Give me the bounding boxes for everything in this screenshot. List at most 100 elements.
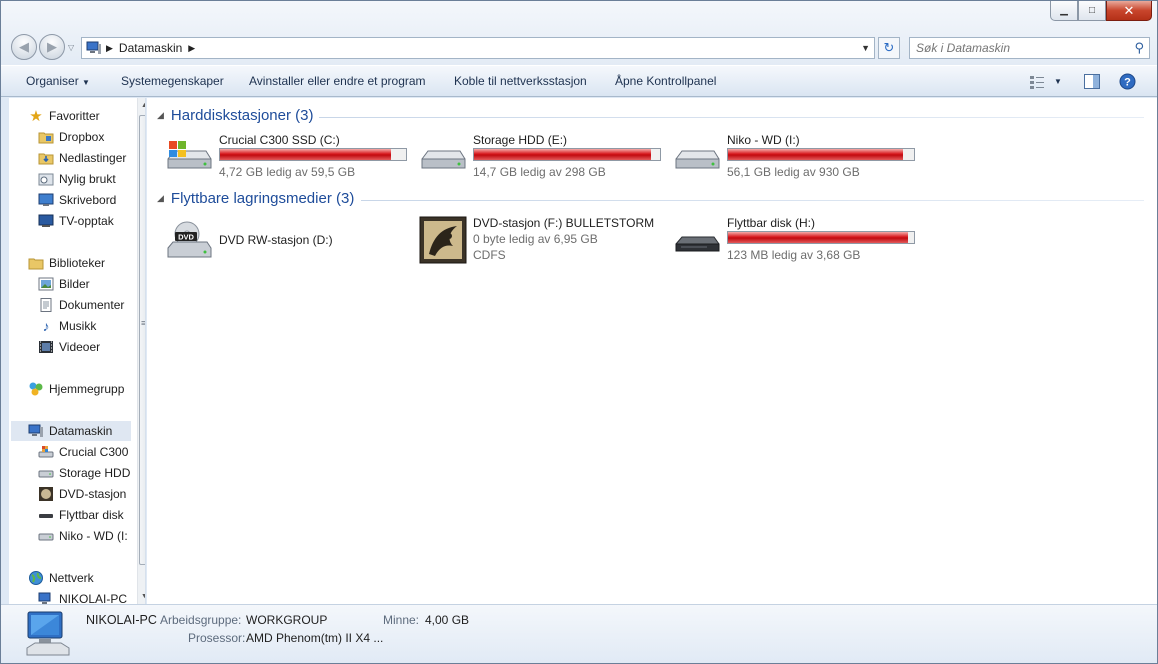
- minimize-button[interactable]: ▁: [1050, 1, 1078, 21]
- nav-item-libraries[interactable]: Biblioteker: [28, 253, 105, 273]
- nav-label: Dokumenter: [59, 298, 125, 312]
- nav-label: Musikk: [59, 319, 97, 333]
- drive-usage-fill: [728, 232, 909, 243]
- breadcrumb-computer[interactable]: Datamaskin: [119, 41, 182, 55]
- star-icon: ★: [29, 108, 43, 125]
- nav-item-tv[interactable]: TV-opptak: [38, 211, 114, 231]
- help-icon[interactable]: ?: [1119, 73, 1136, 90]
- nav-label: Nylig brukt: [59, 172, 116, 186]
- breadcrumb-chevron-icon[interactable]: ▶: [106, 43, 113, 54]
- hard-drive-icon: [421, 150, 466, 169]
- game-disc-icon: [419, 216, 467, 264]
- nav-label: Niko - WD (I:: [59, 529, 128, 543]
- title-bar: ▁ □ ✕ ◀ ▶ ▽ ▶ Datamaskin ▶ ▼ ↻ ⚲: [1, 1, 1157, 65]
- map-network-drive-button[interactable]: Koble til nettverksstasjon: [454, 74, 587, 88]
- drive-tile-f[interactable]: DVD-stasjon (F:) BULLETSTORM 0 byte ledi…: [419, 216, 679, 266]
- nav-item-homegroup[interactable]: Hjemmegrupp: [28, 379, 124, 399]
- system-properties-button[interactable]: Systemegenskaper: [121, 74, 224, 88]
- computer-icon: [86, 41, 101, 54]
- network-icon: [28, 570, 44, 586]
- drive-tile-h[interactable]: Flyttbar disk (H:) 123 MB ledig av 3,68 …: [673, 216, 933, 266]
- nav-scrollbar[interactable]: ▲ ≡ ▼: [137, 98, 146, 604]
- nav-item-dropbox[interactable]: Dropbox: [38, 127, 104, 147]
- group-header-removable[interactable]: ◢ Flyttbare lagringsmedier (3): [157, 190, 354, 207]
- computer-icon: [28, 423, 44, 439]
- address-history-dropdown[interactable]: ▼: [861, 43, 870, 53]
- nav-item-music[interactable]: ♪ Musikk: [38, 316, 97, 336]
- drive-usage-fill: [474, 149, 651, 160]
- nav-item-desktop[interactable]: Skrivebord: [38, 190, 116, 210]
- drive-free-space: 0 byte ledig av 6,95 GB: [473, 232, 598, 246]
- nav-item-crucial[interactable]: Crucial C300: [38, 442, 128, 462]
- nav-item-pictures[interactable]: Bilder: [38, 274, 90, 294]
- nav-label: TV-opptak: [59, 214, 114, 228]
- nav-item-niko[interactable]: Niko - WD (I:: [38, 526, 128, 546]
- back-button[interactable]: ◀: [11, 34, 37, 60]
- drive-name: DVD-stasjon (F:) BULLETSTORM: [473, 216, 655, 230]
- drive-filesystem: CDFS: [473, 248, 506, 262]
- nav-item-network[interactable]: Nettverk: [28, 568, 94, 588]
- drive-tile-c[interactable]: Crucial C300 SSD (C:) 4,72 GB ledig av 5…: [165, 133, 425, 183]
- scroll-grip-icon: ≡: [141, 318, 146, 328]
- system-drive-icon: [38, 444, 54, 460]
- scroll-up-icon[interactable]: ▲: [141, 102, 145, 109]
- drive-tile-i[interactable]: Niko - WD (I:) 56,1 GB ledig av 930 GB: [673, 133, 933, 183]
- nav-label: NIKOLAI-PC: [59, 592, 128, 604]
- drive-usage-bar: [219, 148, 407, 161]
- nav-item-documents[interactable]: Dokumenter: [38, 295, 124, 315]
- drive-usage-bar: [727, 231, 915, 244]
- breadcrumb-chevron-icon[interactable]: ▶: [188, 43, 195, 54]
- forward-button[interactable]: ▶: [39, 34, 65, 60]
- refresh-icon: ↻: [883, 40, 895, 55]
- address-bar[interactable]: ▶ Datamaskin ▶ ▼: [81, 37, 875, 59]
- nav-item-videos[interactable]: Videoer: [38, 337, 100, 357]
- search-input[interactable]: [910, 41, 1120, 55]
- drive-tile-e[interactable]: Storage HDD (E:) 14,7 GB ledig av 298 GB: [419, 133, 679, 183]
- preview-pane-icon[interactable]: [1084, 74, 1100, 89]
- drive-free-space: 4,72 GB ledig av 59,5 GB: [219, 165, 356, 179]
- search-icon[interactable]: ⚲: [1134, 40, 1144, 56]
- nav-label: Nedlastinger: [59, 151, 127, 165]
- nav-item-removable[interactable]: Flyttbar disk: [38, 505, 124, 525]
- nav-label: DVD-stasjon: [59, 487, 127, 501]
- close-button[interactable]: ✕: [1106, 1, 1152, 21]
- drive-free-space: 14,7 GB ledig av 298 GB: [473, 165, 606, 179]
- nav-label: Flyttbar disk: [59, 508, 124, 522]
- nav-item-computer[interactable]: Datamaskin: [11, 421, 131, 441]
- collapse-icon[interactable]: ◢: [157, 110, 164, 120]
- scrollbar-thumb[interactable]: [139, 115, 145, 565]
- nav-item-favorites[interactable]: ★ Favoritter: [28, 106, 99, 126]
- nav-item-downloads[interactable]: Nedlastinger: [38, 148, 126, 168]
- maximize-button[interactable]: □: [1078, 1, 1106, 21]
- nav-item-recent[interactable]: Nylig brukt: [38, 169, 116, 189]
- workgroup-value: WORKGROUP: [246, 613, 328, 627]
- nav-item-nikolai-pc[interactable]: NIKOLAI-PC: [38, 589, 127, 604]
- search-box[interactable]: ⚲: [909, 37, 1150, 59]
- removable-disk-icon: [38, 507, 54, 523]
- drive-name: Flyttbar disk (H:): [727, 216, 816, 230]
- svg-text:?: ?: [1124, 77, 1131, 89]
- group-header-hard-drives[interactable]: ◢ Harddiskstasjoner (3): [157, 107, 313, 124]
- collapse-icon[interactable]: ◢: [157, 193, 164, 203]
- command-bar: Organiser ▼ Systemegenskaper Avinstaller…: [1, 65, 1157, 97]
- drive-usage-bar: [473, 148, 661, 161]
- recent-pages-dropdown[interactable]: ▽: [68, 43, 74, 52]
- dvd-drive-icon: [38, 486, 54, 502]
- workgroup-label: Arbeidsgruppe:: [160, 613, 242, 627]
- view-dropdown-icon[interactable]: ▼: [1054, 77, 1062, 86]
- drive-tile-d[interactable]: DVD DVD RW-stasjon (D:): [165, 216, 425, 266]
- drive-name: DVD RW-stasjon (D:): [219, 233, 333, 247]
- organize-button[interactable]: Organiser ▼: [26, 74, 90, 88]
- refresh-button[interactable]: ↻: [878, 37, 900, 59]
- desktop-icon: [38, 192, 54, 208]
- folder-icon: [38, 129, 54, 145]
- nav-item-dvd[interactable]: DVD-stasjon: [38, 484, 126, 504]
- view-options-icon[interactable]: [1029, 75, 1045, 89]
- pictures-icon: [38, 276, 54, 292]
- uninstall-program-button[interactable]: Avinstaller eller endre et program: [249, 74, 426, 88]
- open-control-panel-button[interactable]: Åpne Kontrollpanel: [615, 74, 716, 88]
- scroll-down-icon[interactable]: ▼: [141, 593, 145, 600]
- memory-label: Minne:: [383, 613, 420, 627]
- processor-label: Prosessor:: [188, 631, 246, 645]
- nav-item-storage[interactable]: Storage HDD: [38, 463, 130, 483]
